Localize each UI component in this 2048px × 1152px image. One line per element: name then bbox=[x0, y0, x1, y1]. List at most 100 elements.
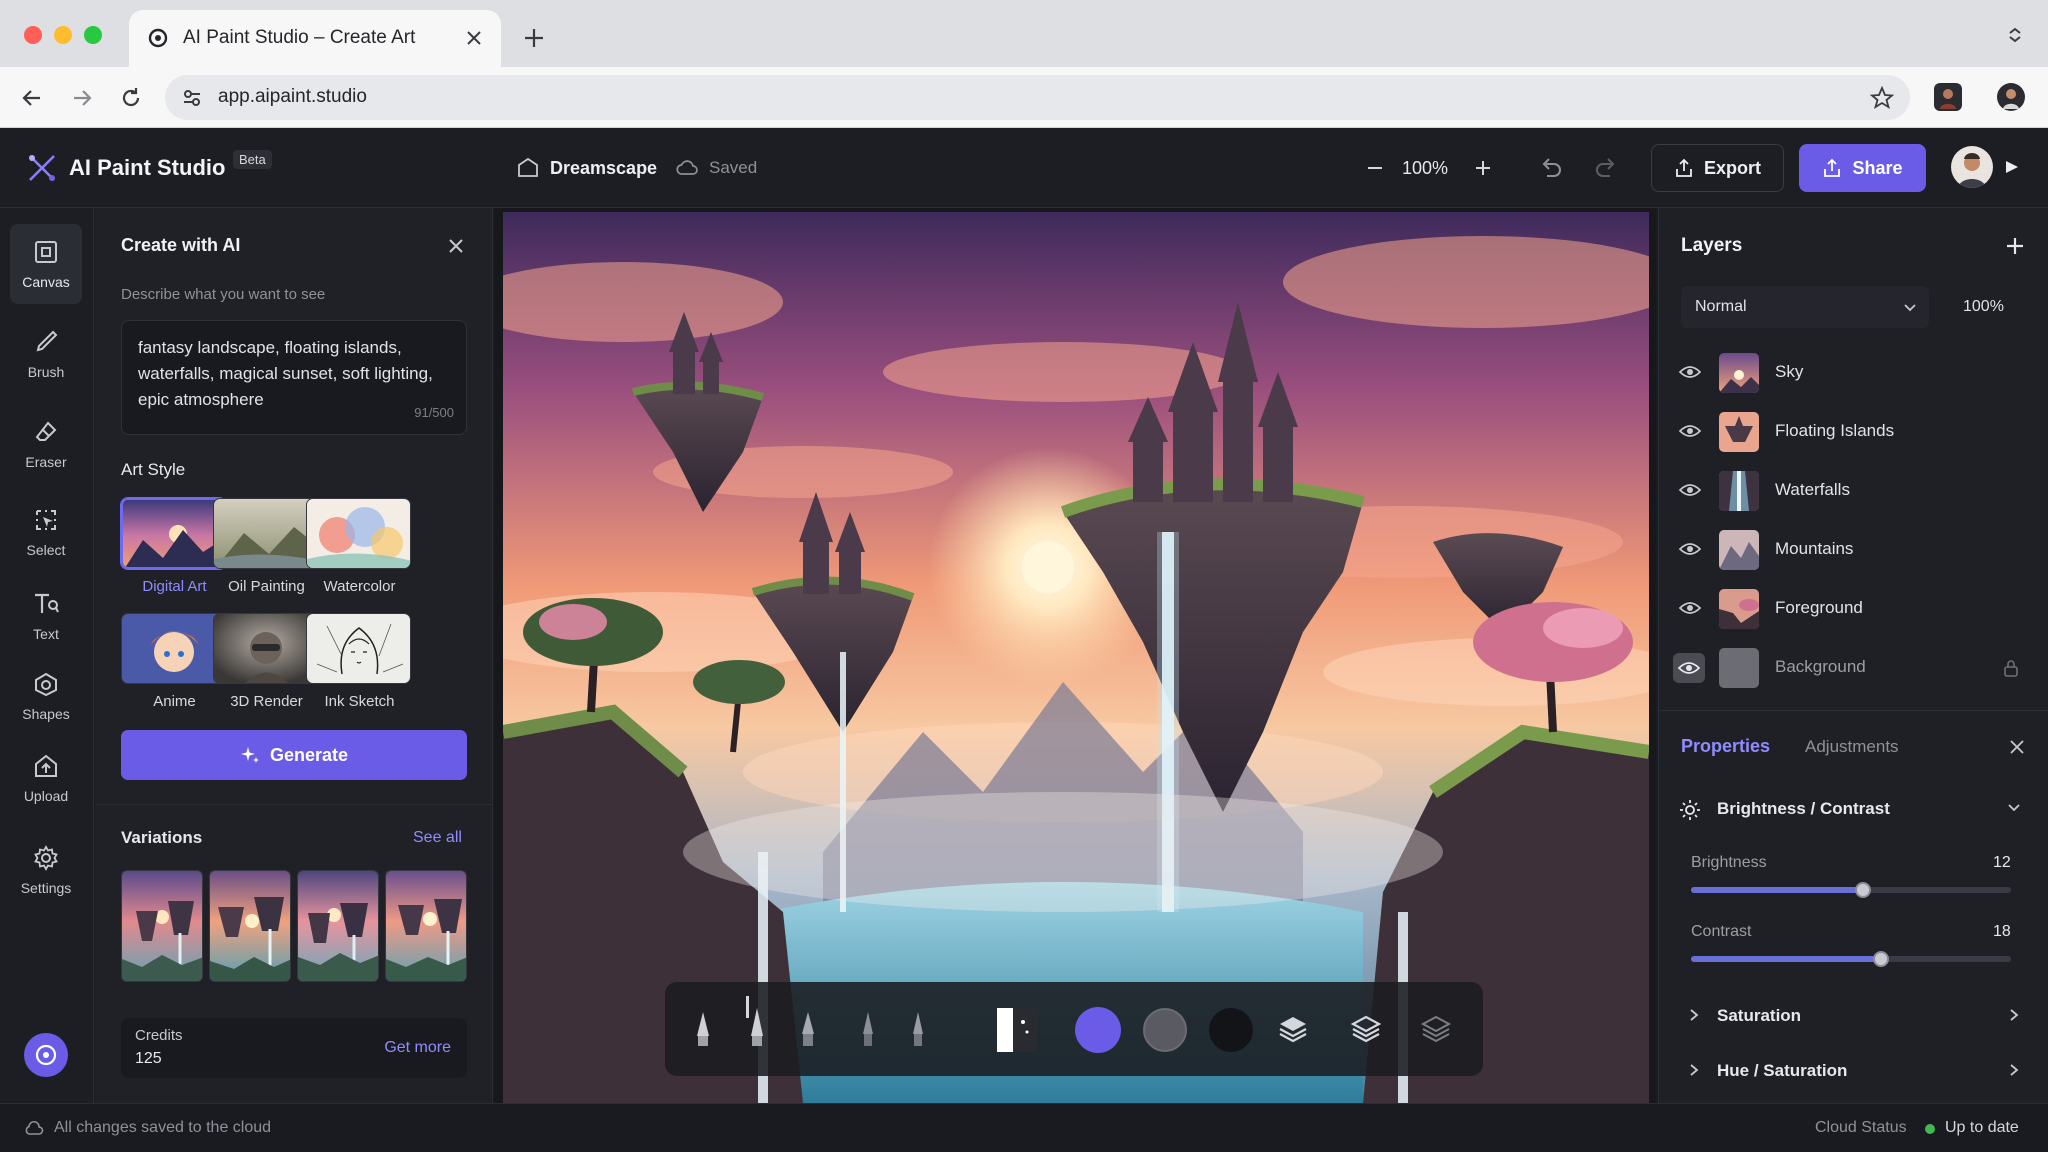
brush-preset-icon[interactable] bbox=[860, 1010, 876, 1050]
redo-icon[interactable] bbox=[1593, 155, 1619, 181]
hue-saturation-section[interactable]: Hue / Saturation bbox=[1679, 1050, 2029, 1090]
layers-outline-icon[interactable] bbox=[1350, 1013, 1382, 1045]
layer-row-background[interactable]: Background bbox=[1659, 640, 2048, 696]
rail-label: Text bbox=[33, 625, 59, 642]
style-digital-art[interactable]: Digital Art bbox=[121, 498, 228, 595]
rail-label: Upload bbox=[23, 787, 69, 804]
profile-avatar[interactable] bbox=[1997, 83, 2025, 111]
add-layer-icon[interactable] bbox=[2005, 236, 2025, 256]
rail-tool-text[interactable]: Text bbox=[10, 576, 82, 656]
share-button[interactable]: Share bbox=[1799, 144, 1926, 192]
rail-tool-settings[interactable]: Settings bbox=[10, 830, 82, 910]
layer-opacity[interactable]: 100% bbox=[1963, 298, 2004, 316]
layers-stack-icon[interactable] bbox=[1277, 1013, 1309, 1045]
export-button[interactable]: Export bbox=[1651, 144, 1784, 192]
tab-adjustments[interactable]: Adjustments bbox=[1805, 737, 1899, 757]
eye-icon[interactable] bbox=[1679, 363, 1701, 381]
variation-thumbnail[interactable] bbox=[121, 870, 203, 982]
style-label: Ink Sketch bbox=[324, 693, 395, 710]
layer-row-sky[interactable]: Sky bbox=[1659, 345, 2048, 401]
bookmark-star-icon[interactable] bbox=[1870, 86, 1894, 110]
chevron-right-icon bbox=[2007, 1063, 2021, 1077]
variation-thumbnail[interactable] bbox=[385, 870, 467, 982]
close-tab-icon[interactable] bbox=[465, 29, 483, 47]
new-tab-icon[interactable] bbox=[523, 27, 545, 49]
brush-preset-icon[interactable] bbox=[800, 1010, 816, 1050]
layer-name: Background bbox=[1775, 657, 1866, 676]
tertiary-color-swatch[interactable] bbox=[1209, 1008, 1253, 1052]
eye-icon[interactable] bbox=[1679, 540, 1701, 558]
site-info-icon[interactable] bbox=[181, 87, 203, 109]
style-ink-sketch[interactable]: Ink Sketch bbox=[306, 613, 413, 710]
eye-icon[interactable] bbox=[1679, 599, 1701, 617]
brush-preset-icon[interactable] bbox=[745, 996, 765, 1050]
close-panel-icon[interactable] bbox=[447, 237, 465, 255]
style-3d-render[interactable]: 3D Render bbox=[213, 613, 320, 710]
layer-thumbnail bbox=[1719, 471, 1759, 511]
tab-properties[interactable]: Properties bbox=[1681, 736, 1770, 757]
layers-disabled-icon[interactable] bbox=[1420, 1013, 1452, 1045]
project-name[interactable]: Dreamscape bbox=[550, 158, 657, 179]
blend-mode-select[interactable]: Normal bbox=[1681, 286, 1929, 328]
contrast-slider[interactable] bbox=[1691, 951, 2011, 967]
brush-texture-swatch[interactable] bbox=[997, 1008, 1037, 1052]
blend-mode-value: Normal bbox=[1695, 298, 1747, 315]
brush-preset-icon[interactable] bbox=[695, 1010, 711, 1050]
brush-preset-icon[interactable] bbox=[910, 1010, 926, 1050]
select-icon bbox=[33, 507, 59, 533]
slider-fill bbox=[1691, 956, 1881, 962]
reload-icon[interactable] bbox=[119, 86, 143, 110]
see-all-link[interactable]: See all bbox=[413, 829, 462, 847]
variation-thumbnail[interactable] bbox=[297, 870, 379, 982]
style-oil-painting[interactable]: Oil Painting bbox=[213, 498, 320, 595]
secondary-color-swatch[interactable] bbox=[1143, 1008, 1187, 1052]
layer-row-floating-islands[interactable]: Floating Islands bbox=[1659, 404, 2048, 460]
forward-icon[interactable] bbox=[70, 86, 94, 110]
minimize-window-button[interactable] bbox=[54, 26, 72, 44]
credits-label: Credits bbox=[135, 1027, 183, 1044]
primary-color-swatch[interactable] bbox=[1075, 1007, 1121, 1053]
zoom-in-icon[interactable] bbox=[1472, 157, 1494, 179]
layer-row-foreground[interactable]: Foreground bbox=[1659, 581, 2048, 637]
get-more-link[interactable]: Get more bbox=[384, 1039, 451, 1057]
browser-tab[interactable]: AI Paint Studio – Create Art bbox=[129, 10, 501, 67]
slider-knob[interactable] bbox=[1855, 882, 1871, 898]
generate-button[interactable]: Generate bbox=[121, 730, 467, 780]
maximize-window-button[interactable] bbox=[84, 26, 102, 44]
artwork-canvas[interactable] bbox=[503, 212, 1649, 1103]
tab-search-icon[interactable] bbox=[2006, 26, 2024, 44]
style-anime[interactable]: Anime bbox=[121, 613, 228, 710]
layer-row-mountains[interactable]: Mountains bbox=[1659, 522, 2048, 578]
style-label: 3D Render bbox=[230, 693, 303, 710]
style-watercolor[interactable]: Watercolor bbox=[306, 498, 413, 595]
variation-thumbnail[interactable] bbox=[209, 870, 291, 982]
layer-row-waterfalls[interactable]: Waterfalls bbox=[1659, 463, 2048, 519]
close-window-button[interactable] bbox=[24, 26, 42, 44]
rail-tool-canvas[interactable]: Canvas bbox=[10, 224, 82, 304]
eye-icon[interactable] bbox=[1679, 481, 1701, 499]
rail-tool-shapes[interactable]: Shapes bbox=[10, 656, 82, 736]
undo-icon[interactable] bbox=[1538, 155, 1564, 181]
slider-knob[interactable] bbox=[1873, 951, 1889, 967]
eye-icon[interactable] bbox=[1679, 422, 1701, 440]
more-icon[interactable] bbox=[2003, 158, 2021, 176]
ai-assistant-button[interactable] bbox=[24, 1033, 68, 1077]
rail-tool-select[interactable]: Select bbox=[10, 492, 82, 572]
user-avatar[interactable] bbox=[1951, 146, 1993, 188]
rail-tool-upload[interactable]: Upload bbox=[10, 738, 82, 818]
extension-icon[interactable] bbox=[1934, 83, 1962, 111]
brightness-slider[interactable] bbox=[1691, 882, 2011, 898]
prompt-textarea[interactable]: fantasy landscape, floating islands, wat… bbox=[121, 320, 467, 435]
lock-icon[interactable] bbox=[2003, 659, 2019, 677]
zoom-out-icon[interactable] bbox=[1364, 157, 1386, 179]
rail-tool-brush[interactable]: Brush bbox=[10, 314, 82, 394]
back-icon[interactable] bbox=[20, 86, 44, 110]
close-properties-icon[interactable] bbox=[2009, 739, 2025, 755]
saturation-section[interactable]: Saturation bbox=[1679, 995, 2029, 1035]
eye-icon[interactable] bbox=[1673, 653, 1705, 683]
brightness-contrast-section[interactable]: Brightness / Contrast bbox=[1679, 788, 2029, 828]
rail-tool-eraser[interactable]: Eraser bbox=[10, 404, 82, 484]
zoom-level[interactable]: 100% bbox=[1402, 158, 1448, 179]
variations-label: Variations bbox=[121, 828, 203, 847]
address-bar[interactable]: app.aipaint.studio bbox=[165, 75, 1910, 120]
